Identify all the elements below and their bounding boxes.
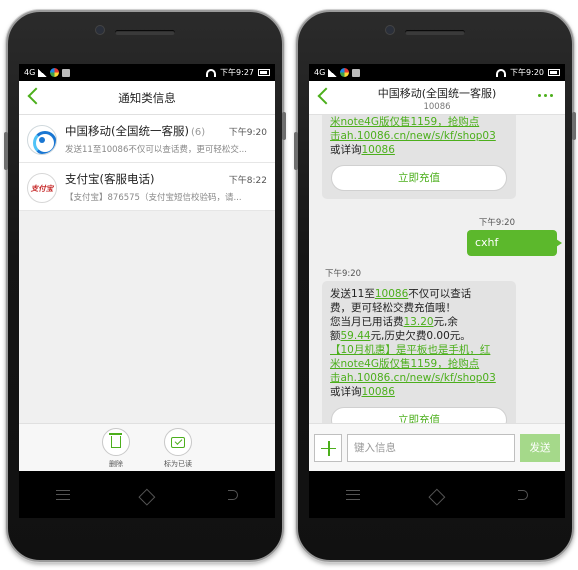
status-time: 下午9:20 bbox=[510, 68, 544, 77]
status-bar: 4G 下午9:27 bbox=[19, 64, 275, 81]
wifi-icon bbox=[206, 68, 217, 77]
message-link[interactable]: 击ah.10086.cn/new/s/kf/shop03 bbox=[330, 130, 496, 142]
message-text: 或详询 bbox=[330, 144, 362, 156]
volume-button bbox=[294, 132, 298, 170]
contact-number: 10086 bbox=[423, 102, 451, 112]
message-text: 费，更可轻松交费充值哦！ bbox=[330, 302, 456, 314]
message-text: 元,余 bbox=[433, 316, 458, 328]
item-time: 下午9:20 bbox=[228, 128, 267, 138]
item-name: 支付宝(客服电话) bbox=[65, 172, 155, 186]
header: 中国移动(全国统一客服) 10086 bbox=[309, 81, 565, 115]
message-text: 元,历史欠费0.00元。 bbox=[370, 330, 471, 342]
message-text: 或详询 bbox=[330, 386, 362, 398]
item-preview: 发送11至10086不仅可以查话费，更可轻松交... bbox=[65, 145, 247, 155]
page-title: 通知类信息 bbox=[118, 91, 176, 105]
app-icon bbox=[50, 68, 60, 77]
status-time: 下午9:27 bbox=[220, 68, 254, 77]
amount-link[interactable]: 59.44 bbox=[341, 330, 371, 342]
notification-icon bbox=[352, 68, 361, 77]
status-bar: 4G 下午9:20 bbox=[309, 64, 565, 81]
incoming-message: 发送11至10086不仅可以查话 费，更可轻松交费充值哦！ 您当月已用话费13.… bbox=[322, 281, 516, 423]
delete-label: 删除 bbox=[109, 460, 123, 468]
signal-icon bbox=[38, 68, 48, 77]
battery-icon bbox=[258, 69, 270, 76]
phone-link[interactable]: 10086 bbox=[362, 144, 395, 156]
left-screen: 4G 下午9:27 通知类信息 中国移动(全国统一客服) (6) 下午9:20 … bbox=[19, 64, 275, 518]
system-nav-bar bbox=[309, 471, 565, 518]
front-camera bbox=[386, 26, 394, 34]
alipay-avatar: 支付宝 bbox=[27, 173, 57, 203]
alipay-logo-text: 支付宝 bbox=[30, 183, 54, 193]
system-nav-bar bbox=[19, 471, 275, 518]
right-screen: 4G 下午9:20 中国移动(全国统一客服) 10086 米note4G版仅售1… bbox=[309, 64, 565, 518]
back-nav-icon[interactable] bbox=[518, 489, 529, 500]
front-camera bbox=[96, 26, 104, 34]
delete-button[interactable]: 删除 bbox=[96, 428, 136, 471]
message-text: 您当月已用话费 bbox=[330, 316, 404, 328]
chat-area[interactable]: 米note4G版仅售1159，抢购点 击ah.10086.cn/new/s/kf… bbox=[309, 115, 565, 423]
network-label: 4G bbox=[24, 68, 36, 77]
power-button bbox=[282, 112, 286, 140]
list-item[interactable]: 中国移动(全国统一客服) (6) 下午9:20 发送11至10086不仅可以查话费… bbox=[19, 115, 275, 163]
battery-icon bbox=[548, 69, 560, 76]
list-item[interactable]: 支付宝 支付宝(客服电话) 下午8:22 【支付宝】876575（支付宝短信校验… bbox=[19, 163, 275, 211]
message-text[interactable]: 米note4G版仅售1159，抢购点 bbox=[330, 116, 479, 128]
app-icon bbox=[340, 68, 350, 77]
compose-bar: 发送 bbox=[309, 423, 565, 471]
add-attachment-button[interactable] bbox=[314, 433, 342, 462]
recharge-button[interactable]: 立即充值 bbox=[331, 165, 507, 191]
wifi-icon bbox=[496, 68, 507, 77]
more-options-icon[interactable] bbox=[538, 94, 553, 97]
menu-icon[interactable] bbox=[345, 489, 360, 500]
phone-link[interactable]: 10086 bbox=[375, 288, 408, 300]
message-input[interactable] bbox=[347, 433, 515, 462]
phone-link[interactable]: 10086 bbox=[362, 386, 395, 398]
recharge-button[interactable]: 立即充值 bbox=[331, 407, 507, 423]
mark-read-label: 标为已读 bbox=[164, 460, 192, 468]
contact-name: 中国移动(全国统一客服) bbox=[377, 87, 497, 100]
message-text: 不仅可以查话 bbox=[408, 288, 472, 300]
conversation-list: 中国移动(全国统一客服) (6) 下午9:20 发送11至10086不仅可以查话费… bbox=[19, 115, 275, 211]
item-name: 中国移动(全国统一客服) bbox=[65, 124, 189, 138]
network-label: 4G bbox=[314, 68, 326, 77]
header: 通知类信息 bbox=[19, 81, 275, 115]
incoming-message: 米note4G版仅售1159，抢购点 击ah.10086.cn/new/s/kf… bbox=[322, 115, 516, 199]
bottom-action-bar: 删除 标为已读 bbox=[19, 423, 275, 471]
amount-link[interactable]: 13.20 bbox=[404, 316, 434, 328]
earpiece bbox=[115, 30, 175, 35]
earpiece bbox=[405, 30, 465, 35]
notification-icon bbox=[62, 68, 71, 77]
outgoing-message: cxhf bbox=[467, 230, 562, 256]
message-time: 下午9:20 bbox=[478, 218, 515, 228]
item-time: 下午8:22 bbox=[228, 176, 267, 186]
message-text: 发送11至 bbox=[330, 288, 375, 300]
china-mobile-avatar bbox=[27, 125, 57, 155]
home-icon[interactable] bbox=[428, 488, 446, 506]
back-nav-icon[interactable] bbox=[228, 489, 239, 500]
home-icon[interactable] bbox=[138, 488, 156, 506]
mark-read-button[interactable]: 标为已读 bbox=[158, 428, 198, 471]
power-button bbox=[572, 112, 576, 140]
promo-link[interactable]: 米note4G版仅售1159，抢购点 bbox=[330, 358, 479, 370]
message-text: 额 bbox=[330, 330, 341, 342]
volume-button bbox=[4, 132, 8, 170]
menu-icon[interactable] bbox=[55, 489, 70, 500]
item-count: (6) bbox=[190, 127, 206, 138]
mark-read-icon bbox=[171, 436, 185, 448]
right-phone: 4G 下午9:20 中国移动(全国统一客服) 10086 米note4G版仅售1… bbox=[294, 10, 576, 562]
promo-link[interactable]: 击ah.10086.cn/new/s/kf/shop03 bbox=[330, 372, 496, 384]
left-phone: 4G 下午9:27 通知类信息 中国移动(全国统一客服) (6) 下午9:20 … bbox=[4, 10, 286, 562]
signal-icon bbox=[328, 68, 338, 77]
message-time: 下午9:20 bbox=[325, 269, 362, 279]
trash-icon bbox=[109, 433, 122, 448]
promo-link[interactable]: 【10月机惠】是平板也是手机，红 bbox=[330, 344, 490, 356]
send-button[interactable]: 发送 bbox=[520, 433, 560, 462]
item-preview: 【支付宝】876575（支付宝短信校验码，请... bbox=[65, 193, 242, 203]
